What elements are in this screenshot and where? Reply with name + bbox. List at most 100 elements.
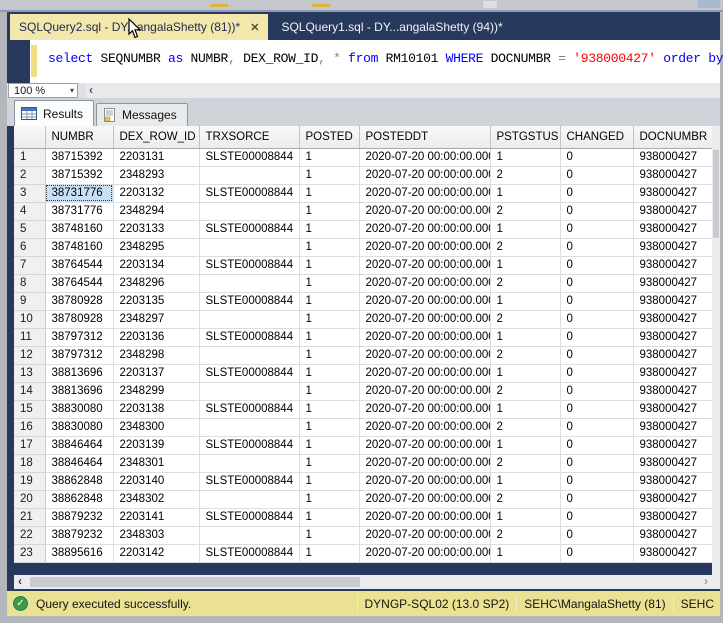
row-number-cell[interactable]: 19 bbox=[14, 472, 46, 491]
grid-cell[interactable]: 0 bbox=[560, 490, 634, 509]
grid-cell[interactable]: 1 bbox=[490, 292, 561, 311]
grid-cell[interactable]: 2020-07-20 00:00:00.000 bbox=[359, 238, 491, 257]
grid-cell[interactable]: 38846464 bbox=[45, 454, 114, 473]
grid-cell[interactable]: 2203131 bbox=[113, 148, 200, 167]
grid-cell[interactable]: 1 bbox=[299, 238, 360, 257]
grid-cell[interactable]: 1 bbox=[299, 184, 360, 203]
grid-cell[interactable]: 0 bbox=[560, 292, 634, 311]
grid-cell[interactable]: 38862848 bbox=[45, 490, 114, 509]
grid-cell[interactable]: 2348294 bbox=[113, 202, 200, 221]
grid-cell[interactable]: 1 bbox=[490, 472, 561, 491]
grid-cell[interactable]: 2020-07-20 00:00:00.000 bbox=[359, 508, 491, 527]
row-number-cell[interactable]: 3 bbox=[14, 184, 46, 203]
grid-cell[interactable]: 38748160 bbox=[45, 238, 114, 257]
grid-cell[interactable]: 0 bbox=[560, 382, 634, 401]
grid-cell[interactable] bbox=[199, 526, 300, 545]
row-number-cell[interactable]: 4 bbox=[14, 202, 46, 221]
grid-cell[interactable]: 938000427 bbox=[633, 454, 713, 473]
grid-cell[interactable]: 38879232 bbox=[45, 508, 114, 527]
grid-cell[interactable]: 938000427 bbox=[633, 292, 713, 311]
grid-cell[interactable]: 0 bbox=[560, 364, 634, 383]
grid-cell[interactable]: 938000427 bbox=[633, 382, 713, 401]
grid-cell[interactable]: 938000427 bbox=[633, 202, 713, 221]
grid-cell[interactable]: 1 bbox=[299, 364, 360, 383]
grid-cell[interactable]: 1 bbox=[299, 166, 360, 185]
grid-cell[interactable]: SLSTE00008844 bbox=[199, 544, 300, 563]
row-number-cell[interactable]: 22 bbox=[14, 526, 46, 545]
grid-cell[interactable]: 0 bbox=[560, 220, 634, 239]
grid-cell[interactable]: 2020-07-20 00:00:00.000 bbox=[359, 364, 491, 383]
grid-cell[interactable]: 2020-07-20 00:00:00.000 bbox=[359, 544, 491, 563]
grid-cell[interactable]: SLSTE00008844 bbox=[199, 364, 300, 383]
grid-cell[interactable]: 38715392 bbox=[45, 166, 114, 185]
grid-cell[interactable]: SLSTE00008844 bbox=[199, 328, 300, 347]
grid-cell[interactable]: 0 bbox=[560, 202, 634, 221]
scroll-right-icon[interactable]: › bbox=[704, 575, 708, 588]
grid-cell[interactable]: 38764544 bbox=[45, 274, 114, 293]
grid-cell[interactable]: 0 bbox=[560, 256, 634, 275]
grid-cell[interactable]: 2020-07-20 00:00:00.000 bbox=[359, 274, 491, 293]
grid-cell[interactable]: 2348298 bbox=[113, 346, 200, 365]
grid-cell[interactable]: 1 bbox=[299, 310, 360, 329]
grid-cell[interactable]: 0 bbox=[560, 436, 634, 455]
grid-cell[interactable]: 2020-07-20 00:00:00.000 bbox=[359, 292, 491, 311]
grid-cell[interactable]: SLSTE00008844 bbox=[199, 292, 300, 311]
scroll-left-icon[interactable]: ‹ bbox=[18, 575, 22, 588]
grid-cell[interactable]: 2020-07-20 00:00:00.000 bbox=[359, 202, 491, 221]
grid-cell[interactable]: 938000427 bbox=[633, 238, 713, 257]
grid-cell[interactable]: 0 bbox=[560, 508, 634, 527]
grid-cell[interactable]: 938000427 bbox=[633, 490, 713, 509]
grid-cell[interactable]: 938000427 bbox=[633, 544, 713, 563]
tab-messages[interactable]: Messages bbox=[96, 103, 188, 126]
grid-cell[interactable]: 2348301 bbox=[113, 454, 200, 473]
grid-cell[interactable]: 938000427 bbox=[633, 472, 713, 491]
grid-cell[interactable]: 1 bbox=[299, 544, 360, 563]
grid-cell[interactable]: 1 bbox=[490, 400, 561, 419]
grid-cell[interactable]: SLSTE00008844 bbox=[199, 148, 300, 167]
row-number-cell[interactable]: 10 bbox=[14, 310, 46, 329]
grid-cell[interactable]: 2020-07-20 00:00:00.000 bbox=[359, 346, 491, 365]
grid-cell[interactable]: 2020-07-20 00:00:00.000 bbox=[359, 382, 491, 401]
column-header[interactable]: POSTEDDT bbox=[359, 126, 491, 149]
grid-cell[interactable]: 1 bbox=[299, 220, 360, 239]
grid-cell[interactable]: SLSTE00008844 bbox=[199, 256, 300, 275]
row-number-cell[interactable]: 23 bbox=[14, 544, 46, 563]
grid-cell[interactable]: 938000427 bbox=[633, 220, 713, 239]
grid-cell[interactable]: 938000427 bbox=[633, 508, 713, 527]
grid-cell[interactable]: 938000427 bbox=[633, 148, 713, 167]
grid-cell[interactable]: 1 bbox=[299, 202, 360, 221]
grid-cell[interactable]: 0 bbox=[560, 238, 634, 257]
grid-cell[interactable]: 2203140 bbox=[113, 472, 200, 491]
grid-cell[interactable]: 938000427 bbox=[633, 436, 713, 455]
grid-cell[interactable]: 38862848 bbox=[45, 472, 114, 491]
grid-cell[interactable]: 2020-07-20 00:00:00.000 bbox=[359, 310, 491, 329]
grid-cell[interactable]: 0 bbox=[560, 544, 634, 563]
zoom-level-select[interactable]: 100 % ▾ bbox=[8, 83, 78, 98]
grid-cell[interactable] bbox=[199, 454, 300, 473]
grid-cell[interactable]: 38731776 bbox=[45, 184, 114, 203]
close-icon[interactable]: ✕ bbox=[250, 21, 259, 34]
grid-cell[interactable]: 2348300 bbox=[113, 418, 200, 437]
grid-cell[interactable]: 1 bbox=[299, 148, 360, 167]
editor-horizontal-scrollbar[interactable]: ‹ bbox=[86, 83, 720, 98]
scroll-left-icon[interactable]: ‹ bbox=[89, 83, 93, 97]
grid-cell[interactable]: 38895616 bbox=[45, 544, 114, 563]
scrollbar-thumb[interactable] bbox=[713, 150, 719, 238]
grid-cell[interactable]: 38830080 bbox=[45, 418, 114, 437]
row-number-cell[interactable]: 18 bbox=[14, 454, 46, 473]
grid-cell[interactable]: 2020-07-20 00:00:00.000 bbox=[359, 472, 491, 491]
query-editor[interactable]: select SEQNUMBR as NUMBR, DEX_ROW_ID, * … bbox=[7, 40, 723, 83]
grid-cell[interactable]: 38731776 bbox=[45, 202, 114, 221]
grid-cell[interactable]: 2 bbox=[490, 202, 561, 221]
column-header[interactable]: TRXSORCE bbox=[199, 126, 300, 149]
grid-cell[interactable]: 938000427 bbox=[633, 328, 713, 347]
grid-cell[interactable]: 2020-07-20 00:00:00.000 bbox=[359, 526, 491, 545]
grid-cell[interactable]: 1 bbox=[490, 220, 561, 239]
grid-cell[interactable]: 0 bbox=[560, 148, 634, 167]
column-header[interactable]: NUMBR bbox=[45, 126, 114, 149]
grid-cell[interactable]: 1 bbox=[299, 526, 360, 545]
column-header[interactable]: PSTGSTUS bbox=[490, 126, 561, 149]
grid-cell[interactable]: 938000427 bbox=[633, 364, 713, 383]
row-number-cell[interactable]: 1 bbox=[14, 148, 46, 167]
grid-cell[interactable]: 1 bbox=[299, 472, 360, 491]
